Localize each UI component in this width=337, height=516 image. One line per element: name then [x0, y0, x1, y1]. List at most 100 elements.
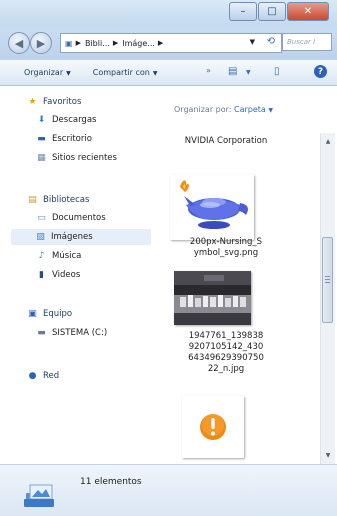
file-item-label-line: 9207105142_430 — [188, 342, 264, 352]
address-dropdown-icon[interactable]: ▼ — [250, 38, 255, 46]
title-bar: – □ ✕ — [0, 0, 337, 26]
close-icon: ✕ — [303, 6, 313, 17]
chevron-right-icon: ▶ — [157, 39, 164, 47]
sidebar-group-favorites[interactable]: ★ Favoritos — [27, 94, 81, 110]
vertical-scrollbar[interactable]: ▲ ▼ — [320, 133, 335, 464]
arrange-by-label: Organizar por: — [174, 105, 232, 114]
sidebar-item-label: Documentos — [52, 213, 106, 223]
sidebar-group-label: Equipo — [43, 309, 73, 319]
sidebar-group-computer[interactable]: ▣ Equipo — [27, 306, 72, 322]
file-thumbnail-nursing-symbol[interactable] — [170, 175, 254, 240]
sidebar-group-network[interactable]: ● Red — [27, 368, 60, 384]
arrange-by: Organizar por: Carpeta ▼ — [174, 105, 273, 114]
sidebar-group-label: Red — [43, 371, 60, 381]
sidebar-item-downloads[interactable]: ⬇ Descargas — [36, 112, 97, 128]
chevron-down-icon: ▼ — [66, 70, 71, 77]
sidebar-item-label: Videos — [52, 270, 81, 280]
drive-icon: ▬ — [37, 328, 46, 338]
item-count: 11 elementos — [80, 477, 142, 487]
chevron-right-icon: ▶ — [112, 39, 119, 47]
address-bar[interactable]: ▣ ▶ Bibli... ▶ Imáge... ▶ ▼ ⟲ — [60, 33, 282, 53]
maximize-button[interactable]: □ — [258, 2, 286, 21]
file-item-label-line: 22_n.jpg — [207, 364, 245, 374]
arrange-by-value: Carpeta — [234, 105, 266, 114]
search-input[interactable]: Buscar I — [282, 33, 332, 51]
sidebar-item-pictures[interactable]: ▨ Imágenes — [11, 229, 151, 245]
sidebar-item-label: Descargas — [52, 115, 97, 125]
breadcrumb-libraries[interactable]: Bibli... — [85, 39, 110, 48]
caption-buttons: – □ ✕ — [228, 2, 329, 21]
chevron-down-icon: ▼ — [268, 107, 274, 114]
file-item-label-line: 200px-Nursing_S — [189, 237, 263, 247]
photo-thumbnail-image — [174, 271, 251, 325]
file-item-photo[interactable]: 1947761_139838 9207105142_430 6434962939… — [176, 331, 276, 375]
minimize-icon: – — [240, 6, 246, 17]
scroll-grip-line — [325, 279, 330, 280]
downloads-icon: ⬇ — [37, 115, 46, 125]
file-item-nursing-symbol[interactable]: 200px-Nursing_S ymbol_svg.png — [176, 237, 276, 259]
help-icon[interactable]: ? — [314, 65, 327, 78]
sidebar-item-label: SISTEMA (C:) — [52, 328, 108, 338]
file-thumbnail-photo[interactable] — [174, 271, 251, 325]
file-item-label-line: ymbol_svg.png — [193, 248, 259, 258]
breadcrumb-pictures[interactable]: Imáge... — [122, 39, 155, 48]
file-item-nvidia[interactable]: NVIDIA Corporation — [176, 136, 276, 147]
navigation-pane: ★ Favoritos ⬇ Descargas ▬ Escritorio ▦ S… — [0, 86, 158, 464]
file-item-label-line: 64349629390750 — [188, 353, 264, 363]
view-options-icon[interactable]: ▤ — [228, 66, 237, 77]
navigation-bar: ◀ ▶ ▣ ▶ Bibli... ▶ Imáge... ▶ ▼ ⟲ Buscar… — [0, 26, 337, 60]
sidebar-group-libraries[interactable]: ▤ Bibliotecas — [27, 192, 89, 208]
sidebar-item-documents[interactable]: ▭ Documentos — [36, 210, 106, 226]
sidebar-item-label: Música — [52, 251, 82, 261]
forward-arrow-icon: ▶ — [36, 36, 46, 50]
pictures-icon: ▨ — [36, 232, 45, 242]
share-label: Compartir con — [92, 68, 150, 77]
chevron-right-icon: ▶ — [75, 39, 81, 47]
recent-places-icon: ▦ — [37, 153, 46, 163]
sidebar-item-music[interactable]: ♪ Música — [36, 248, 82, 264]
organize-label: Organizar — [24, 68, 64, 77]
refresh-icon[interactable]: ⟲ — [267, 36, 275, 47]
file-item-label: NVIDIA Corporation — [184, 136, 268, 146]
file-item-label-line: 1947761_139838 — [188, 331, 264, 341]
documents-icon: ▭ — [37, 213, 46, 223]
back-button[interactable]: ◀ — [8, 32, 30, 54]
sidebar-group-label: Bibliotecas — [43, 195, 90, 205]
computer-icon: ▣ — [28, 309, 37, 319]
pictures-library-icon — [24, 484, 54, 507]
more-options-icon[interactable]: » — [206, 66, 211, 75]
organize-button[interactable]: Organizar ▼ — [24, 68, 71, 77]
sidebar-item-videos[interactable]: ▮ Videos — [36, 267, 80, 283]
close-button[interactable]: ✕ — [287, 2, 329, 21]
warning-icon — [200, 414, 226, 440]
scroll-grip-line — [325, 276, 330, 277]
preview-pane-icon[interactable]: ▯ — [274, 66, 280, 77]
sidebar-item-desktop[interactable]: ▬ Escritorio — [36, 131, 92, 147]
sidebar-item-drive-c[interactable]: ▬ SISTEMA (C:) — [36, 325, 107, 341]
maximize-icon: □ — [267, 6, 277, 17]
scroll-down-icon[interactable]: ▼ — [321, 449, 335, 461]
forward-button[interactable]: ▶ — [30, 32, 52, 54]
back-arrow-icon: ◀ — [14, 36, 24, 50]
sidebar-item-label: Escritorio — [52, 134, 92, 144]
desktop-icon: ▬ — [37, 134, 46, 144]
sidebar-group-label: Favoritos — [43, 97, 82, 107]
arrange-by-dropdown[interactable]: Carpeta ▼ — [234, 105, 273, 114]
lamp-thumbnail-image — [180, 180, 248, 229]
libraries-icon: ▤ — [28, 195, 37, 205]
file-thumbnail-warning[interactable] — [182, 396, 244, 458]
videos-icon: ▮ — [39, 270, 44, 280]
music-icon: ♪ — [38, 251, 45, 261]
details-pane: 11 elementos — [0, 464, 337, 516]
sidebar-item-recent[interactable]: ▦ Sitios recientes — [36, 150, 117, 166]
sidebar-item-label: Imágenes — [51, 232, 93, 242]
minimize-button[interactable]: – — [229, 2, 257, 21]
network-icon: ● — [28, 371, 37, 381]
scrollbar-thumb[interactable] — [322, 237, 333, 323]
view-dropdown-icon[interactable]: ▼ — [246, 69, 251, 76]
folder-path-icon: ▣ — [65, 38, 73, 48]
share-button[interactable]: Compartir con ▼ — [93, 68, 158, 77]
explorer-window: – □ ✕ ◀ ▶ ▣ ▶ Bibli... ▶ Imáge... ▶ ▼ ⟲ … — [0, 0, 337, 516]
scroll-grip-line — [325, 282, 330, 283]
scroll-up-icon[interactable]: ▲ — [321, 135, 335, 147]
